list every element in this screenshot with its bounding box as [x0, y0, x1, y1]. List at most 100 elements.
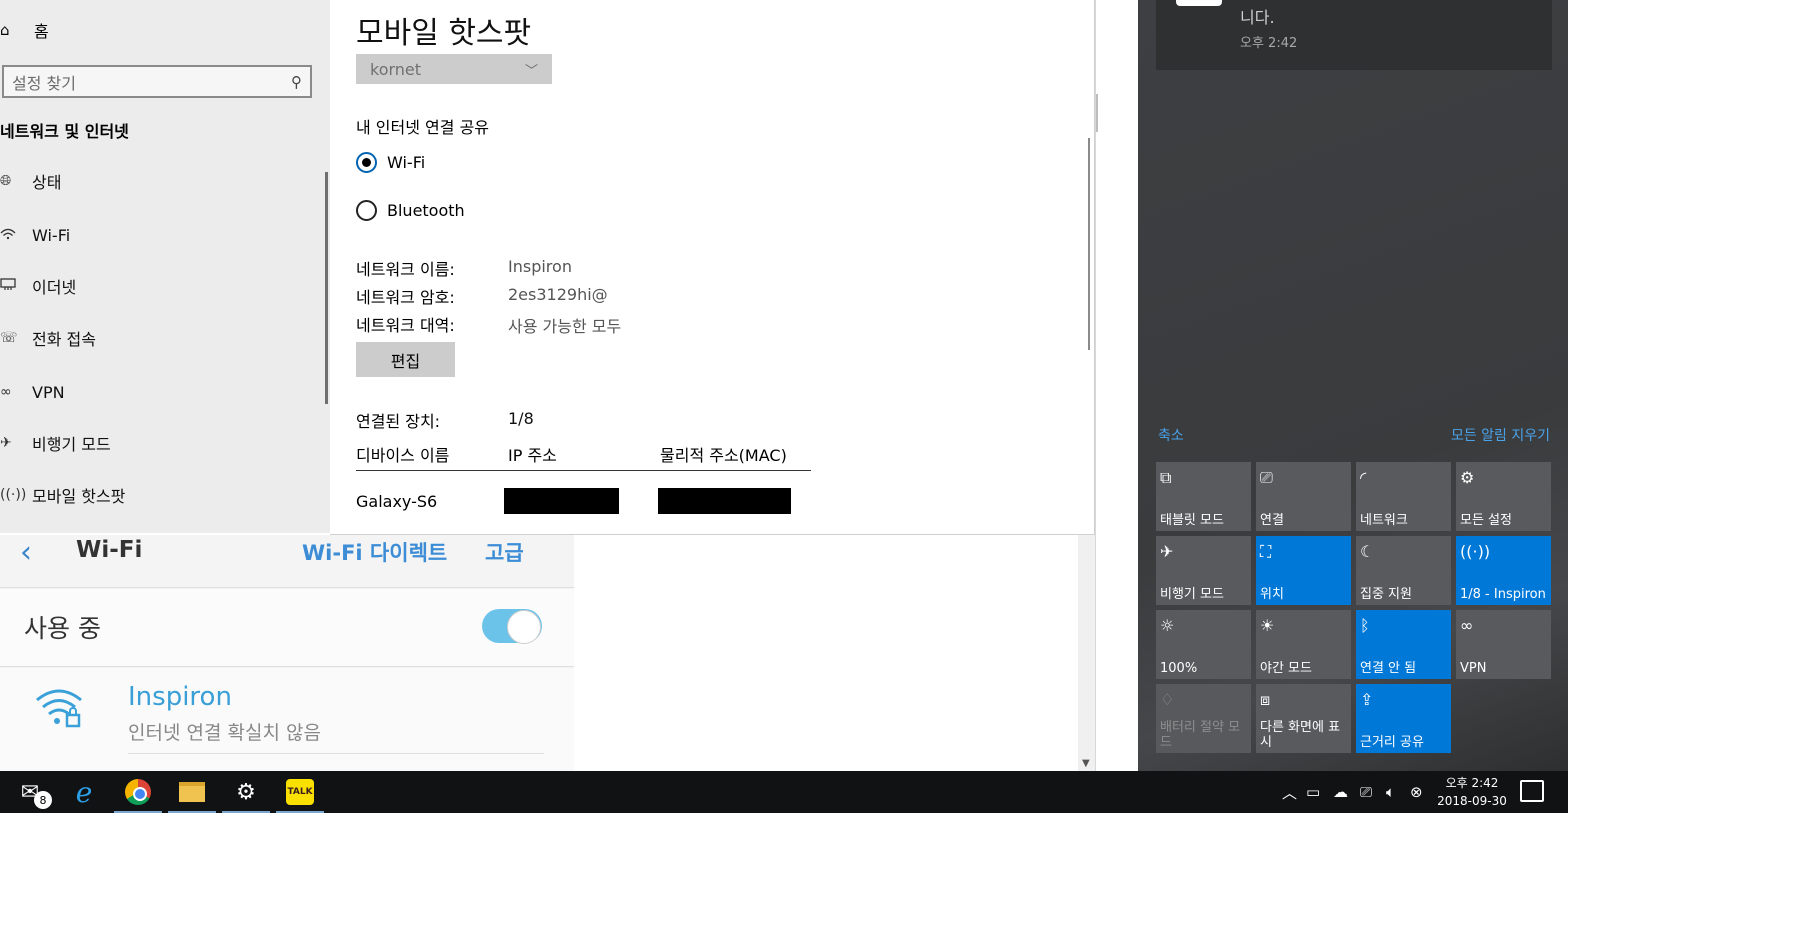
location-icon: ⛶ — [1260, 542, 1272, 561]
radio-wifi[interactable]: Wi-Fi — [356, 152, 425, 173]
collapse-link[interactable]: 축소 — [1158, 425, 1184, 445]
search-input[interactable]: 설정 찾기 ⚲ — [2, 65, 312, 98]
tile-location[interactable]: ⛶ 위치 — [1256, 536, 1351, 605]
editor-scrollbar[interactable]: ▼ — [1078, 535, 1095, 771]
network-tray[interactable]: ⎚ — [1360, 771, 1372, 813]
toggle-label: 사용 중 — [24, 614, 101, 643]
network-icon: ⎚ — [1360, 783, 1373, 801]
phone-screenshot: ‹ Wi-Fi Wi-Fi 다이렉트 고급 사용 중 Inspiron 인터넷 … — [0, 535, 574, 771]
tile-label: 야간 모드 — [1260, 661, 1312, 676]
share-from-dropdown[interactable]: kornet ﹀ — [356, 54, 552, 84]
tile-focus-assist[interactable]: ☾ 집중 지원 — [1356, 536, 1451, 605]
tile-night-light[interactable]: ☀ 야간 모드 — [1256, 610, 1351, 679]
taskbar: ✉ 8 e ⚙ TALK ︿ ▭ ☁ ⎚ 🔈︎ ⊗ 오후 2:42 2018-0… — [0, 771, 1568, 813]
tile-label: 모든 설정 — [1460, 513, 1512, 528]
redacted-mac-cell — [658, 488, 791, 514]
tile-label: 태블릿 모드 — [1160, 513, 1224, 528]
tile-label: 배터리 절약 모드 — [1160, 720, 1241, 750]
cloud-icon: ☁ — [1333, 783, 1348, 801]
settings-sidebar: ⌂ 홈 설정 찾기 ⚲ 네트워크 및 인터넷 🌐︎ 상태 Wi-Fi 이더넷 ☏… — [0, 0, 330, 533]
notification-card[interactable]: 니다. 오후 2:42 — [1156, 0, 1552, 70]
tile-label: 비행기 모드 — [1160, 587, 1224, 602]
show-hidden-icons[interactable]: ︿ — [1282, 771, 1297, 813]
tile-all-settings[interactable]: ⚙ 모든 설정 — [1456, 462, 1551, 531]
background-window-edge — [1095, 0, 1138, 771]
tile-nearby-share[interactable]: ⇪ 근거리 공유 — [1356, 684, 1451, 753]
tablet-mode-icon: ⧉ — [1160, 468, 1172, 487]
radio-bluetooth[interactable]: Bluetooth — [356, 200, 465, 221]
phone-toggle-row: 사용 중 — [0, 589, 574, 667]
sidebar-item-status[interactable]: 🌐︎ 상태 — [0, 168, 61, 194]
taskbar-kakaotalk[interactable]: TALK — [274, 771, 326, 813]
divider — [128, 753, 544, 754]
sidebar-item-hotspot[interactable]: ((·)) 모바일 핫스팟 — [0, 482, 125, 508]
sidebar-item-wifi[interactable]: Wi-Fi — [0, 222, 70, 248]
notification-app-icon — [1176, 0, 1222, 6]
connected-devices-count: 1/8 — [508, 409, 534, 428]
sidebar-scrollbar[interactable] — [325, 172, 328, 404]
volume-tray[interactable]: 🔈︎ — [1386, 771, 1395, 813]
tile-project[interactable]: ⧈ 다른 화면에 표시 — [1256, 684, 1351, 753]
tile-label: 다른 화면에 표시 — [1260, 720, 1341, 750]
tile-label: 1/8 - Inspiron — [1460, 587, 1546, 602]
vpn-icon: ∞ — [0, 384, 12, 400]
tile-brightness[interactable]: ☼ 100% — [1156, 610, 1251, 679]
taskbar-settings[interactable]: ⚙ — [220, 771, 272, 813]
sidebar-item-home[interactable]: ⌂ 홈 — [0, 18, 49, 42]
battery-icon: ▭ — [1306, 783, 1321, 801]
clock-time: 오후 2:42 — [1445, 776, 1499, 790]
scroll-down-arrow-icon[interactable]: ▼ — [1082, 758, 1090, 769]
main-scrollbar[interactable] — [1088, 138, 1090, 350]
tile-vpn[interactable]: ∞ VPN — [1456, 610, 1551, 679]
sidebar-item-dialup[interactable]: ☏ 전화 접속 — [0, 325, 96, 351]
tile-label: 네트워크 — [1360, 513, 1408, 528]
page-title: 모바일 핫스팟 — [356, 16, 532, 51]
tile-label: VPN — [1460, 661, 1487, 676]
edit-button[interactable]: 편집 — [356, 342, 455, 377]
sidebar-item-ethernet[interactable]: 이더넷 — [0, 273, 76, 299]
wifi-toggle — [482, 609, 542, 644]
connect-icon: ⎚ — [1260, 468, 1273, 487]
tile-airplane-mode[interactable]: ✈︎ 비행기 모드 — [1156, 536, 1251, 605]
tile-battery-saver[interactable]: ♢ 배터리 절약 모드 — [1156, 684, 1251, 753]
redacted-ip-cell — [504, 488, 619, 514]
action-center-button[interactable] — [1520, 780, 1544, 802]
tile-label: 근거리 공유 — [1360, 735, 1424, 750]
tile-network[interactable]: ◜ 네트워크 — [1356, 462, 1451, 531]
globe-icon: 🌐︎ — [0, 173, 12, 189]
tile-mobile-hotspot[interactable]: ((·)) 1/8 - Inspiron — [1456, 536, 1551, 605]
phone-network-name: Inspiron — [128, 682, 232, 712]
taskbar-chrome[interactable] — [112, 771, 164, 813]
notification-body: 니다. — [1240, 8, 1275, 27]
error-icon: ⊗ — [1410, 783, 1423, 801]
sidebar-item-airplane[interactable]: ✈︎ 비행기 모드 — [0, 430, 111, 456]
network-band-value: 사용 가능한 모두 — [508, 317, 622, 336]
sidebar-item-label: VPN — [32, 382, 65, 402]
taskbar-mail[interactable]: ✉ 8 — [4, 771, 56, 813]
tile-bluetooth[interactable]: ᛒ 연결 안 됨 — [1356, 610, 1451, 679]
moon-icon: ☾ — [1360, 542, 1375, 561]
tile-connect[interactable]: ⎚ 연결 — [1256, 462, 1351, 531]
network-name-label: 네트워크 이름: — [356, 260, 455, 279]
error-tray[interactable]: ⊗ — [1410, 771, 1423, 813]
onedrive-tray[interactable]: ☁ — [1333, 771, 1348, 813]
internet-explorer-icon: e — [75, 775, 93, 809]
share-over-label: 내 인터넷 연결 공유 — [356, 118, 490, 137]
settings-main-pane: 모바일 핫스팟 kornet ﹀ 내 인터넷 연결 공유 Wi-Fi Bluet… — [330, 0, 1095, 535]
clear-all-notifications-link[interactable]: 모든 알림 지우기 — [1451, 425, 1550, 445]
phone-title: Wi-Fi — [76, 537, 143, 563]
tile-label: 위치 — [1260, 587, 1284, 602]
tile-tablet-mode[interactable]: ⧉ 태블릿 모드 — [1156, 462, 1251, 531]
phone-network-row: Inspiron 인터넷 연결 확실치 않음 — [0, 668, 574, 771]
vpn-icon: ∞ — [1460, 616, 1474, 635]
dialup-icon: ☏ — [0, 330, 18, 346]
taskbar-file-explorer[interactable] — [166, 771, 218, 813]
battery-tray[interactable]: ▭ — [1306, 771, 1320, 813]
network-icon: ◜ — [1360, 468, 1367, 487]
home-icon: ⌂ — [0, 21, 10, 39]
sidebar-item-label: 이더넷 — [32, 278, 77, 297]
sidebar-item-vpn[interactable]: ∞ VPN — [0, 379, 65, 405]
taskbar-internet-explorer[interactable]: e — [58, 771, 110, 813]
phone-header: ‹ Wi-Fi Wi-Fi 다이렉트 고급 — [0, 535, 574, 588]
taskbar-clock[interactable]: 오후 2:42 2018-09-30 — [1432, 774, 1512, 810]
